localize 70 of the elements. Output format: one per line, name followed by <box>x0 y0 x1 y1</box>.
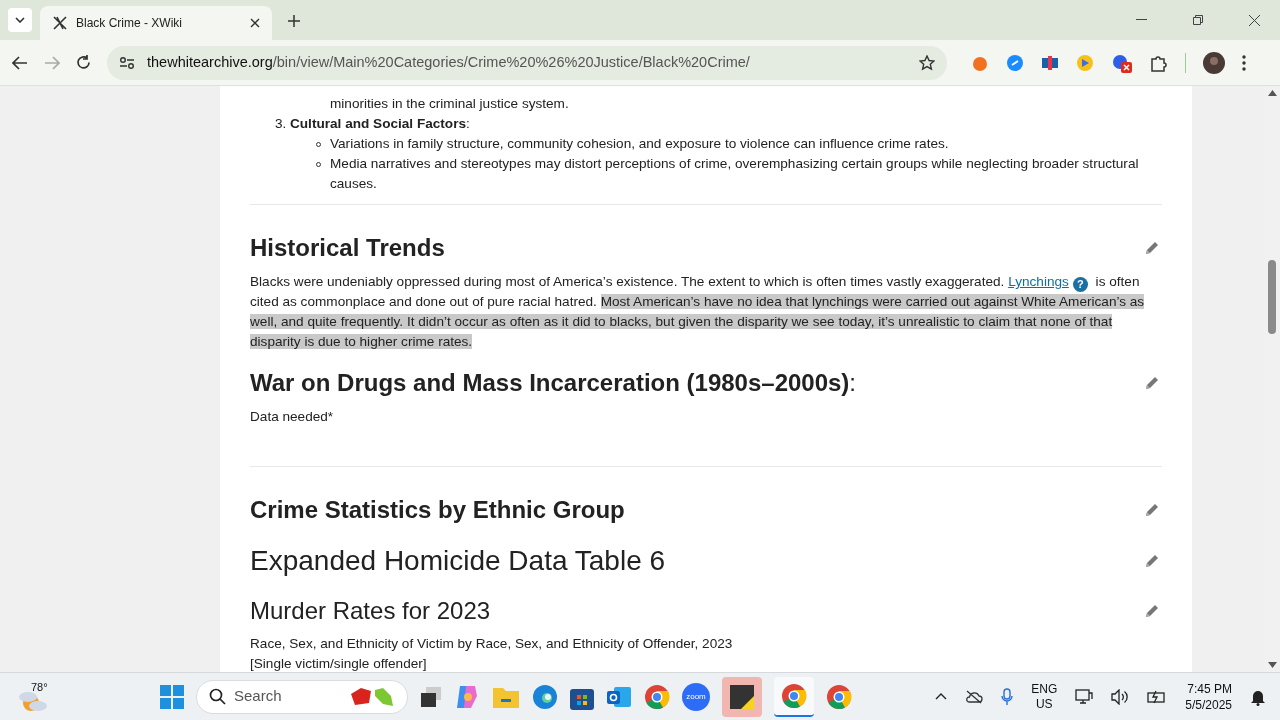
reload-icon[interactable] <box>76 55 91 70</box>
clock[interactable]: 7:45 PM 5/5/2025 <box>1185 680 1232 713</box>
back-icon[interactable] <box>12 55 28 70</box>
browser-tab[interactable]: Black Crime - XWiki <box>40 6 272 40</box>
scroll-up-icon[interactable] <box>1267 90 1277 96</box>
language-indicator[interactable]: ENG US <box>1031 681 1058 712</box>
section-heading: Expanded Homicide Data Table 6 <box>250 544 666 578</box>
edge-browser-icon[interactable] <box>532 683 558 710</box>
temperature-text: 78° <box>31 679 48 695</box>
close-icon[interactable] <box>1249 15 1260 26</box>
edit-icon[interactable] <box>1144 502 1160 518</box>
close-icon[interactable] <box>250 18 260 28</box>
volume-icon[interactable] <box>1111 688 1130 705</box>
new-tab-icon[interactable] <box>288 15 300 27</box>
chevron-up-icon[interactable] <box>935 693 948 700</box>
chrome-app-button[interactable] <box>774 676 814 717</box>
windows-start-icon[interactable] <box>160 684 184 709</box>
star-icon[interactable] <box>919 54 935 71</box>
extension-icon[interactable] <box>1076 53 1094 72</box>
microphone-icon[interactable] <box>1001 687 1014 706</box>
battery-icon[interactable] <box>1147 689 1168 704</box>
section-heading: War on Drugs and Mass Incarceration (1980s–2000s): <box>250 368 857 398</box>
cloud-icon[interactable] <box>965 689 984 704</box>
list-number: 3. <box>275 115 288 133</box>
list-text: Media narratives and stereotypes may distort perceptions of crime, overemphasizing certain groups while neglecting broader structural causes. <box>330 155 1140 193</box>
help-icon[interactable]: ? <box>1072 277 1088 292</box>
site-settings-icon[interactable] <box>119 55 135 70</box>
edit-icon[interactable] <box>1144 603 1160 619</box>
restore-icon[interactable] <box>1193 15 1203 25</box>
edit-icon[interactable] <box>1144 553 1160 569</box>
link[interactable]: Lynchings <box>1008 274 1069 289</box>
tab-list-button[interactable] <box>8 8 32 32</box>
tab-title: Black Crime - XWiki <box>76 15 183 32</box>
highlight-icon <box>349 685 395 708</box>
url-text: thewhitearchive.org/bin/view/Main%20Categories/Crime%20%26%20Justice/Black%20Crime/ <box>147 52 751 72</box>
chrome-icon[interactable] <box>644 683 670 710</box>
task-view-icon[interactable] <box>420 685 442 708</box>
list-text: Variations in family structure, community cohesion, and exposure to violence can influence crime rates. <box>330 135 949 153</box>
paragraph: Race, Sex, and Ethnicity of Victim by Race, Sex, and Ethnicity of Offender, 2023 [Single victim/single offender] <box>250 635 734 672</box>
list-text: minorities in the criminal justice system. <box>329 95 570 113</box>
sticky-notes-app-button[interactable] <box>722 676 762 717</box>
extension-icon[interactable] <box>1111 52 1133 73</box>
sticky-note-icon <box>730 684 754 709</box>
extension-icon[interactable] <box>1006 53 1024 72</box>
section-heading: Murder Rates for 2023 <box>250 596 491 626</box>
edit-icon[interactable] <box>1144 375 1160 391</box>
puzzle-icon[interactable] <box>1150 53 1168 72</box>
more-menu-icon[interactable] <box>1242 54 1246 71</box>
search-field[interactable]: Search <box>196 679 408 714</box>
avatar-icon[interactable] <box>1203 51 1225 74</box>
x-logo-icon <box>52 15 68 31</box>
section-heading: Crime Statistics by Ethnic Group <box>250 495 625 525</box>
section-heading: Historical Trends <box>250 233 445 263</box>
extension-icon[interactable] <box>1041 53 1059 72</box>
scroll-down-icon[interactable] <box>1267 662 1277 668</box>
search-placeholder: Search <box>234 686 283 707</box>
outlook-icon[interactable] <box>606 684 632 709</box>
edit-icon[interactable] <box>1144 240 1160 256</box>
list-item-title: Cultural and Social Factors: <box>290 115 470 133</box>
address-bar[interactable]: thewhitearchive.org/bin/view/Main%20Categories/Crime%20%26%20Justice/Black%20Crime/ <box>107 45 947 80</box>
scrollbar-thumb[interactable] <box>1268 260 1276 334</box>
paragraph: Data needed* <box>250 408 335 426</box>
chrome-icon <box>781 682 807 709</box>
copilot-icon[interactable] <box>454 683 480 710</box>
weather-widget[interactable]: 78° <box>18 680 50 713</box>
network-icon[interactable] <box>1075 687 1094 706</box>
chevron-down-icon <box>15 17 25 23</box>
zoom-app-icon[interactable]: zoom <box>682 682 710 711</box>
search-icon <box>209 688 226 705</box>
chrome-icon[interactable] <box>826 683 852 710</box>
